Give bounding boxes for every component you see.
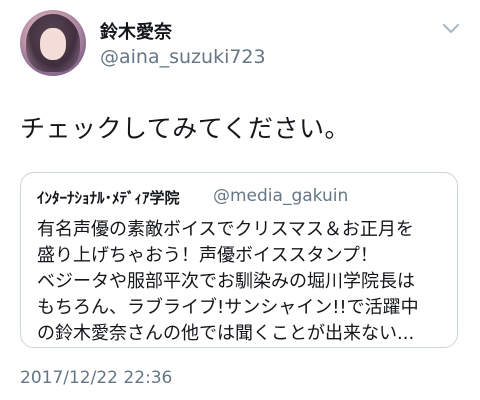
author-handle[interactable]: @aina_suzuki723 [100, 46, 266, 68]
quoted-author-handle: @media_gakuin [213, 186, 349, 206]
quoted-text-line: 有名声優の素敵ボイスでクリスマス＆お正月を [37, 219, 414, 240]
quoted-text-line: もちろん、ラブライブ!サンシャイン!!で活躍中 [37, 297, 419, 318]
tweet-timestamp[interactable]: 2017/12/22 22:36 [20, 368, 172, 388]
quoted-text-line: 盛り上げちゃおう！声優ボイススタンプ！ [37, 245, 378, 266]
quoted-text-line: ベジータや服部平次でお馴染みの堀川学院長は [37, 271, 415, 292]
quoted-tweet-text: 有名声優の素敵ボイスでクリスマス＆お正月を 盛り上げちゃおう！声優ボイススタンプ… [37, 217, 447, 347]
avatar[interactable] [20, 10, 86, 76]
chevron-down-icon[interactable] [442, 22, 460, 36]
quoted-tweet-card[interactable]: ｲﾝﾀｰﾅｼｮﾅﾙ･ﾒﾃﾞｨｱ学院 @media_gakuin 有名声優の素敵ボ… [20, 172, 458, 348]
quoted-author-name: ｲﾝﾀｰﾅｼｮﾅﾙ･ﾒﾃﾞｨｱ学院 [37, 189, 180, 207]
quoted-text-line: の鈴木愛奈さんの他では聞くことが出来ない... [37, 323, 415, 344]
tweet-text: チェックしてみてください。 [20, 114, 351, 143]
avatar-face [40, 28, 66, 60]
tweet-detail: 鈴木愛奈 @aina_suzuki723 チェックしてみてください。 ｲﾝﾀｰﾅ… [0, 0, 480, 400]
author-display-name[interactable]: 鈴木愛奈 [100, 18, 172, 44]
